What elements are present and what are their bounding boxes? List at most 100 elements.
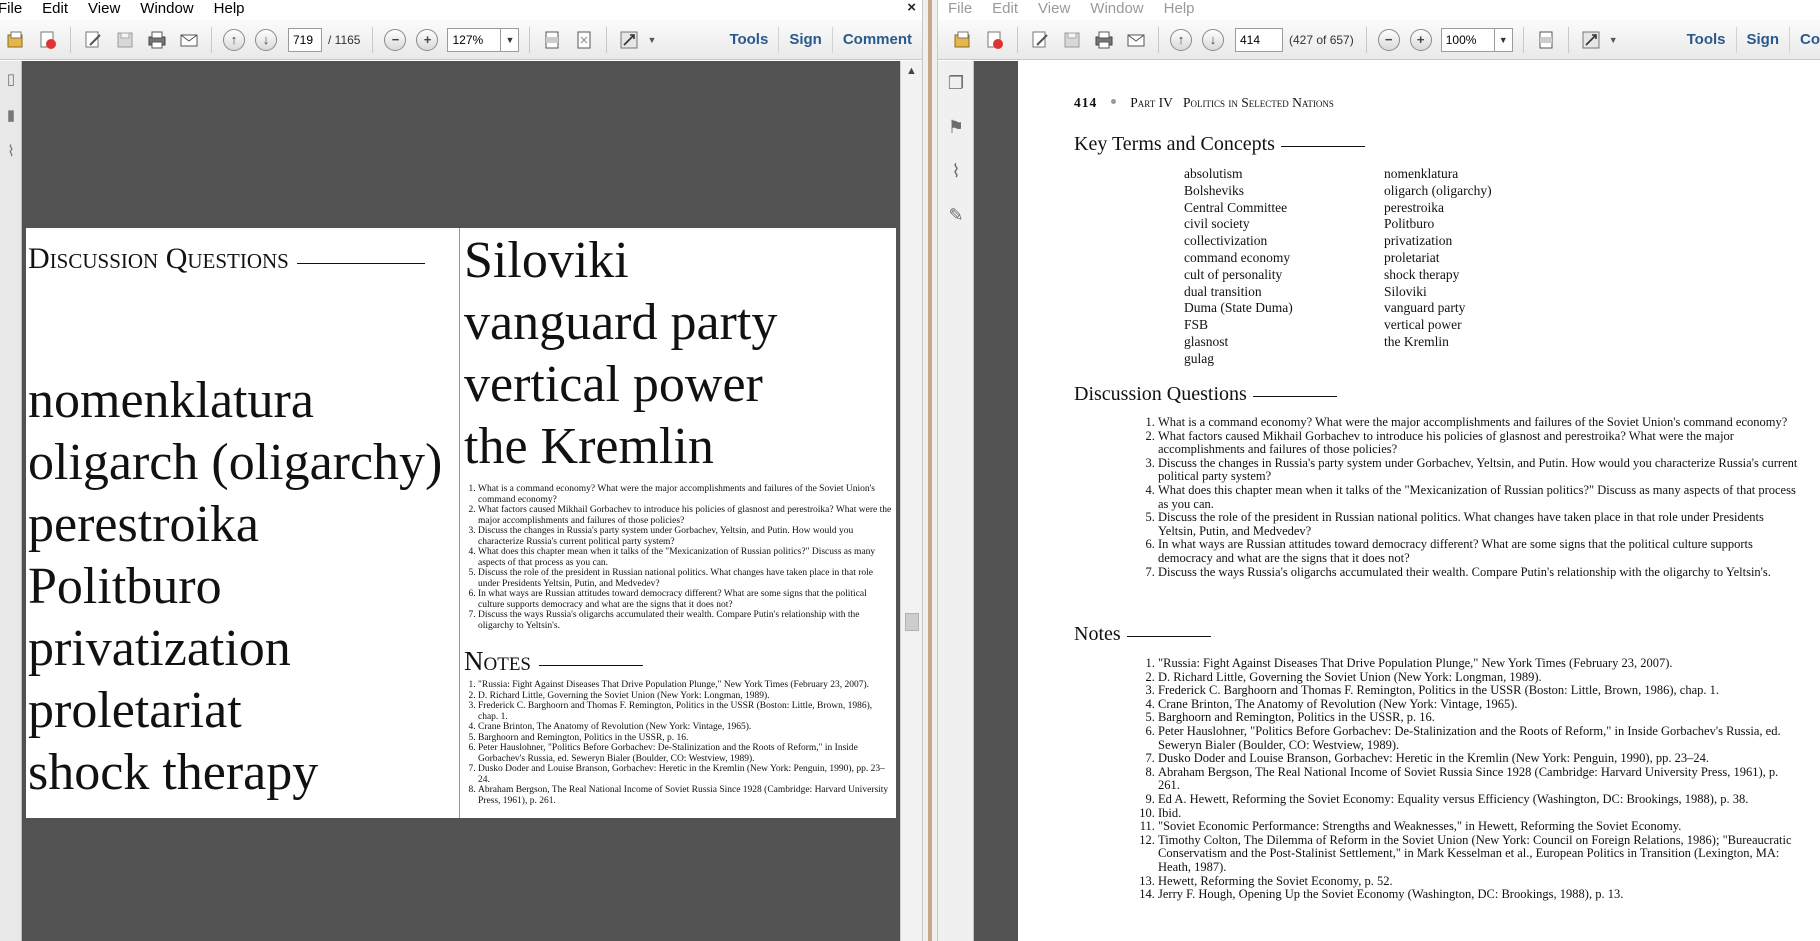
bookmarks-icon[interactable]: ▮ (0, 97, 22, 133)
signatures-icon[interactable]: ✎ (938, 193, 974, 237)
list-item: Discuss the changes in Russia's party sy… (478, 526, 892, 547)
fit-width-icon[interactable] (539, 27, 565, 53)
zoomed-term: vertical power (464, 356, 763, 413)
print-icon[interactable] (144, 27, 170, 53)
menu-window[interactable]: Window (130, 0, 203, 18)
zoomed-notes-heading: Notes (464, 646, 643, 677)
previous-page-icon[interactable]: ↑ (223, 28, 245, 51)
comment-button[interactable]: Co (1789, 26, 1820, 53)
toolbar-separator (1522, 26, 1524, 53)
open-file-icon[interactable] (950, 27, 976, 53)
menu-file[interactable]: File (938, 0, 982, 18)
zoom-in-icon[interactable]: + (416, 28, 439, 51)
right-navigation-pane: ❐ ⚑ ⌇ ✎ (938, 61, 974, 941)
page-thumbnails-icon[interactable]: ▯ (0, 61, 22, 97)
list-item: Crane Brinton, The Anatomy of Revolution… (1158, 697, 1798, 712)
chevron-down-icon[interactable]: ▼ (500, 28, 518, 51)
page-number-input[interactable]: 414 (1235, 27, 1283, 52)
notes-heading: Notes (1074, 623, 1211, 646)
part-title: Politics in Selected Nations (1182, 95, 1334, 110)
menu-help[interactable]: Help (1154, 0, 1205, 18)
heading-rule (1252, 396, 1337, 397)
next-page-icon[interactable]: ↓ (255, 28, 277, 51)
save-icon[interactable] (112, 27, 138, 53)
toolbar-separator (606, 26, 608, 53)
menu-window[interactable]: Window (1080, 0, 1153, 18)
list-item: perestroika (1384, 199, 1444, 215)
menu-view[interactable]: View (78, 0, 130, 18)
list-item: collectivization (1184, 233, 1268, 249)
close-document-icon[interactable]: × (907, 0, 916, 16)
toolbar-separator (70, 26, 71, 53)
zoomed-questions-list: What is a command economy? What were the… (464, 484, 892, 631)
left-reader-window: File Edit View Window Help × ↑ ↓ 719 / 1… (0, 0, 922, 941)
menu-file[interactable]: File (0, 0, 32, 18)
heading-rule (539, 665, 643, 666)
list-item: Central Committee (1184, 199, 1288, 215)
bookmarks-icon[interactable]: ⚑ (938, 105, 974, 149)
zoom-select[interactable]: 100% ▼ (1440, 27, 1513, 52)
window-split-divider[interactable] (922, 0, 938, 941)
create-pdf-icon[interactable] (35, 27, 61, 53)
list-item: Discuss the changes in Russia's party sy… (1158, 456, 1798, 484)
open-file-icon[interactable] (3, 27, 29, 53)
zoom-out-icon[interactable]: − (1377, 28, 1400, 51)
left-vertical-scrollbar[interactable]: ▲ (900, 61, 922, 941)
chevron-down-icon[interactable]: ▼ (647, 35, 656, 45)
zoom-value: 100% (1445, 32, 1477, 47)
page-thumbnails-icon[interactable]: ❐ (938, 61, 974, 105)
edit-document-icon[interactable] (1027, 27, 1053, 53)
attachments-icon[interactable]: ⌇ (938, 149, 974, 193)
list-item: What does this chapter mean when it talk… (1158, 483, 1798, 511)
right-document-viewport[interactable]: 414 Part IV Politics in Selected Nations … (974, 61, 1820, 941)
sign-button[interactable]: Sign (778, 26, 832, 53)
menu-edit[interactable]: Edit (32, 0, 78, 18)
list-item: cult of personality (1184, 266, 1283, 282)
heading-rule (1126, 636, 1211, 637)
list-item: Peter Hauslohner, "Politics Before Gorba… (478, 743, 892, 764)
read-mode-icon[interactable] (1578, 27, 1604, 53)
save-icon[interactable] (1059, 27, 1085, 53)
chevron-down-icon[interactable]: ▼ (1609, 35, 1618, 45)
toolbar-separator (1158, 26, 1159, 53)
tools-button[interactable]: Tools (719, 27, 778, 53)
key-terms-column-2: nomenklatura oligarch (oligarchy) perest… (1384, 166, 1492, 351)
email-icon[interactable] (176, 27, 202, 53)
read-mode-icon[interactable] (616, 27, 642, 53)
menu-view[interactable]: View (1028, 0, 1080, 18)
chevron-down-icon[interactable]: ▼ (1493, 28, 1512, 51)
email-icon[interactable] (1123, 27, 1149, 53)
bullet-dot (1111, 99, 1117, 104)
sign-button[interactable]: Sign (1735, 26, 1790, 53)
tools-button[interactable]: Tools (1677, 27, 1736, 53)
scroll-up-icon[interactable]: ▲ (901, 61, 922, 81)
list-item: D. Richard Little, Governing the Soviet … (1158, 670, 1798, 685)
menu-help[interactable]: Help (204, 0, 255, 18)
zoomed-terms-list-left: nomenklatura oligarch (oligarchy) perest… (28, 370, 442, 804)
zoomed-term: Siloviki (464, 232, 629, 289)
key-terms-heading: Key Terms and Concepts (1074, 133, 1365, 156)
print-icon[interactable] (1091, 27, 1117, 53)
zoomed-term: Politburo (28, 558, 222, 615)
zoom-select[interactable]: 127% ▼ (447, 27, 520, 52)
edit-document-icon[interactable] (80, 27, 106, 53)
menu-edit[interactable]: Edit (982, 0, 1028, 18)
fit-page-icon[interactable] (571, 27, 597, 53)
heading-rule (1280, 146, 1365, 147)
previous-page-icon[interactable]: ↑ (1170, 28, 1192, 51)
zoomed-notes-text: Notes (464, 646, 531, 676)
list-item: Ed A. Hewett, Reforming the Soviet Econo… (1158, 792, 1798, 807)
attachments-icon[interactable]: ⌇ (0, 133, 22, 169)
list-item: absolutism (1184, 166, 1243, 181)
comment-button[interactable]: Comment (831, 26, 922, 53)
create-pdf-icon[interactable] (982, 27, 1008, 53)
page-number: 414 (1074, 95, 1098, 110)
scrollbar-thumb[interactable] (905, 613, 919, 631)
zoom-out-icon[interactable]: − (384, 28, 407, 51)
right-toolbar: ↑ ↓ 414 (427 of 657) − + 100% ▼ ▼ Tools … (938, 20, 1820, 60)
page-number-input[interactable]: 719 (288, 27, 322, 52)
fit-width-icon[interactable] (1533, 27, 1559, 53)
next-page-icon[interactable]: ↓ (1202, 28, 1224, 51)
list-item: shock therapy (1384, 266, 1460, 282)
zoom-in-icon[interactable]: + (1409, 28, 1432, 51)
